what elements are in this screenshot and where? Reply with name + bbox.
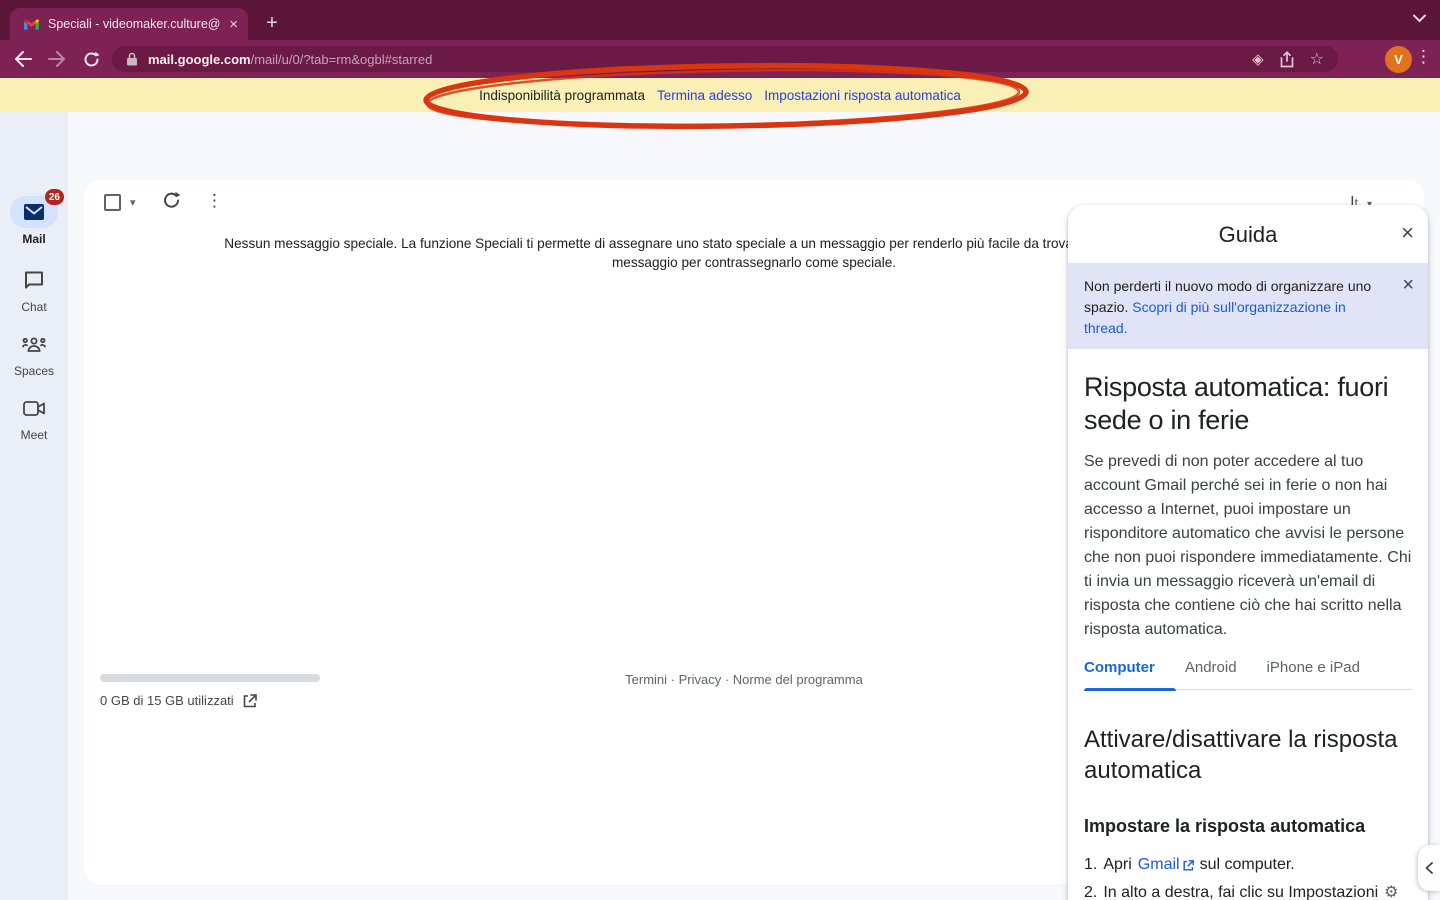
tab-computer[interactable]: Computer	[1084, 659, 1155, 688]
share-icon[interactable]	[1280, 51, 1294, 68]
rail-label-spaces: Spaces	[0, 364, 68, 378]
help-step-2: 2. In alto a destra, fai clic su Imposta…	[1084, 879, 1412, 900]
gmail-favicon-icon	[24, 18, 39, 30]
side-panel-icon[interactable]	[1352, 48, 1372, 68]
select-caret-icon[interactable]: ▾	[130, 196, 136, 209]
help-article-body: Se prevedi di non poter accedere al tuo …	[1084, 450, 1412, 642]
storage-external-link-icon[interactable]	[243, 694, 257, 708]
tab-android[interactable]: Android	[1185, 659, 1237, 688]
lock-icon	[126, 52, 138, 66]
address-bar[interactable]: mail.google.com/mail/u/0/?tab=rm&ogbl#st…	[112, 46, 1338, 72]
rail-label-mail: Mail	[0, 232, 68, 246]
rail-label-meet: Meet	[0, 428, 68, 442]
gmail-header: Gmail is:starred Online ▾ ? ⚙	[0, 112, 1440, 180]
help-panel-close-icon[interactable]: ×	[1401, 220, 1414, 246]
settings-gear-inline-icon: ⚙	[1384, 879, 1398, 900]
tab-close-icon[interactable]: ×	[229, 17, 238, 32]
browser-menu-icon[interactable]: ⋮	[1415, 47, 1432, 67]
help-panel-title: Guida	[1068, 222, 1428, 248]
tab-title: Speciali - videomaker.culture@	[48, 17, 223, 31]
storage-label: 0 GB di 15 GB utilizzati	[100, 693, 234, 708]
chat-icon	[24, 271, 44, 290]
tab-search-chevron-icon[interactable]	[1413, 14, 1426, 23]
rail-label-chat: Chat	[0, 300, 68, 314]
storage-progress-bar	[100, 674, 320, 682]
platform-tabs: Computer Android iPhone e iPad	[1084, 659, 1412, 688]
url-domain: mail.google.com	[148, 52, 251, 67]
url-path: /mail/u/0/?tab=rm&ogbl#starred	[251, 52, 433, 67]
browser-profile-avatar[interactable]: V	[1385, 46, 1412, 73]
forward-button[interactable]	[40, 45, 74, 73]
end-now-link[interactable]: Termina adesso	[657, 88, 752, 103]
storage-meter: 0 GB di 15 GB utilizzati	[100, 674, 320, 708]
more-options-icon[interactable]: ⋮	[206, 191, 223, 211]
help-notice-banner: Non perderti il nuovo modo di organizzar…	[1068, 263, 1428, 349]
meet-icon	[23, 401, 45, 416]
gmail-link[interactable]: Gmail	[1138, 851, 1194, 879]
sidebar-item-meet[interactable]: Meet	[0, 392, 68, 442]
help-panel: Guida × Non perderti il nuovo modo di or…	[1068, 205, 1428, 900]
browser-tabstrip: Speciali - videomaker.culture@ × +	[0, 0, 1440, 40]
help-panel-header: Guida ×	[1068, 205, 1428, 263]
help-step-1: 1. Apri Gmail sul computer.	[1084, 851, 1412, 879]
help-section-title: Attivare/disattivare la risposta automat…	[1084, 724, 1412, 786]
tab-iphone-ipad[interactable]: iPhone e iPad	[1267, 659, 1360, 688]
unread-count-badge: 26	[45, 189, 64, 205]
external-link-icon	[1183, 860, 1194, 871]
banner-text: Indisponibilità programmata	[479, 88, 645, 103]
sidebar-item-chat[interactable]: Chat	[0, 264, 68, 314]
help-subsection-title: Impostare la risposta automatica	[1084, 816, 1412, 837]
reload-button[interactable]	[74, 45, 108, 73]
back-button[interactable]	[6, 45, 40, 73]
mail-icon	[24, 204, 44, 220]
help-article-title: Risposta automatica: fuori sede o in fer…	[1084, 371, 1412, 437]
notice-close-icon[interactable]: ×	[1402, 275, 1414, 296]
select-all-checkbox[interactable]	[104, 194, 121, 211]
tabs-divider	[1084, 688, 1412, 691]
vacation-responder-banner: Indisponibilità programmata Termina ades…	[0, 78, 1440, 112]
vacation-settings-link[interactable]: Impostazioni risposta automatica	[764, 88, 961, 103]
sidebar-item-spaces[interactable]: Spaces	[0, 328, 68, 378]
spaces-icon	[22, 336, 46, 353]
reading-mode-icon[interactable]: ◈	[1252, 50, 1264, 68]
browser-tab-active[interactable]: Speciali - videomaker.culture@ ×	[10, 8, 248, 40]
left-navigation-rail: 26 Mail Chat Spaces	[0, 112, 68, 900]
sidebar-item-mail[interactable]: 26 Mail	[0, 196, 68, 246]
help-steps-list: 1. Apri Gmail sul computer. 2. In alto a…	[1084, 851, 1412, 900]
collapse-side-panel-button[interactable]	[1418, 845, 1440, 891]
bookmark-star-icon[interactable]: ☆	[1310, 49, 1324, 69]
new-tab-button[interactable]: +	[258, 9, 286, 37]
refresh-icon[interactable]	[162, 191, 181, 210]
